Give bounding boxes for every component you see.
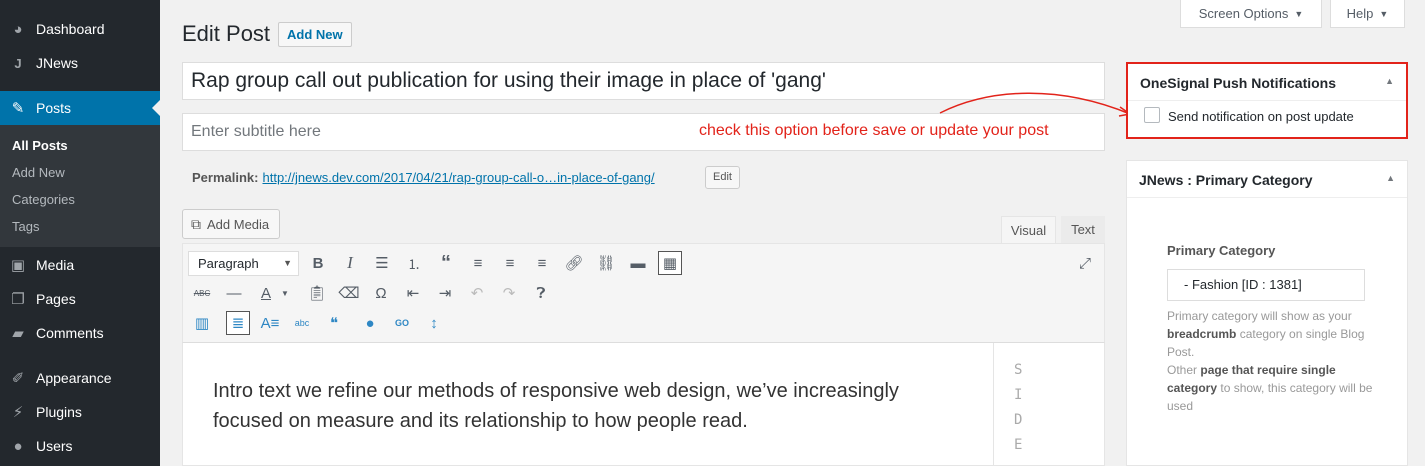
align-right-icon[interactable]: ≡ <box>531 252 553 274</box>
side-letter: S <box>1014 362 1023 378</box>
read-more-icon[interactable]: ▬ <box>627 252 649 274</box>
indent-icon[interactable]: ⇥ <box>434 282 456 304</box>
format-select[interactable]: Paragraph ▼ <box>188 251 299 276</box>
send-notification-label[interactable]: Send notification on post update <box>1168 109 1354 124</box>
sidebar-item-media[interactable]: ▣ Media <box>0 248 160 282</box>
sidebar-item-plugins[interactable]: ⚡ Plugins <box>0 395 160 429</box>
jnews-icon: J <box>14 55 22 71</box>
onesignal-metabox: OneSignal Push Notifications ▲ Send noti… <box>1126 62 1408 139</box>
sidebar-item-dashboard[interactable]: ◕ Dashboard <box>0 12 160 46</box>
numbered-list-icon[interactable]: ⒈ <box>403 252 425 274</box>
tab-visual[interactable]: Visual <box>1001 216 1056 243</box>
tab-text[interactable]: Text <box>1061 216 1105 243</box>
annotation-arrow <box>939 92 1131 117</box>
active-arrow <box>152 100 160 116</box>
side-letter: I <box>1014 387 1023 403</box>
pin-icon: ✎ <box>11 100 25 117</box>
permalink-link[interactable]: http://jnews.dev.com/2017/04/21/rap-grou… <box>262 170 654 185</box>
redo-icon[interactable]: ↷ <box>498 282 520 304</box>
collapse-toggle-icon[interactable]: ▲ <box>1385 76 1394 86</box>
undo-icon[interactable]: ↶ <box>466 282 488 304</box>
caret-down-icon: ▼ <box>1379 8 1389 19</box>
plugins-icon: ⚡ <box>12 404 24 421</box>
primary-category-label: Primary Category <box>1167 243 1276 258</box>
appearance-icon: ✐ <box>11 370 25 387</box>
sidebar-item-appearance[interactable]: ✐ Appearance <box>0 361 160 395</box>
onesignal-title: OneSignal Push Notifications <box>1140 75 1337 91</box>
submenu-add-new[interactable]: Add New <box>12 165 65 180</box>
admin-sidebar: ◕ Dashboard J JNews ✎ Posts All Posts Add N… <box>0 0 160 466</box>
caret-down-icon: ▼ <box>283 258 292 268</box>
dropcap-icon[interactable]: ≣ <box>226 311 250 335</box>
divider <box>1128 100 1406 101</box>
fullscreen-icon[interactable]: ⤢ <box>1074 252 1096 274</box>
caret-down-icon[interactable]: ▼ <box>279 282 291 304</box>
link-icon[interactable]: 🔗︎ <box>563 252 585 274</box>
align-center-icon[interactable]: ≡ <box>499 252 521 274</box>
alert-icon[interactable]: ● <box>359 312 381 334</box>
add-media-button[interactable]: ⧉ Add Media <box>182 209 281 239</box>
submenu-categories[interactable]: Categories <box>12 192 75 207</box>
pullquote-icon[interactable]: ❝ <box>323 312 345 334</box>
collapse-toggle-icon[interactable]: ▲ <box>1386 173 1395 183</box>
spacing-icon[interactable]: ↕ <box>423 312 445 334</box>
button-icon[interactable]: GO <box>391 312 413 334</box>
sidebar-item-users[interactable]: ● Users <box>0 429 160 463</box>
clear-formatting-icon[interactable]: ⌫ <box>338 282 360 304</box>
sidebar-item-posts[interactable]: ✎ Posts <box>0 91 160 125</box>
comments-icon: ▰ <box>12 325 24 342</box>
unlink-icon[interactable]: ⛓︎ <box>595 252 617 274</box>
posts-submenu: All Posts Add New Categories Tags <box>0 125 160 247</box>
sidebar-item-jnews[interactable]: J JNews <box>0 46 160 80</box>
align-left-icon[interactable]: ≡ <box>467 252 489 274</box>
sidebar-item-pages[interactable]: ❐ Pages <box>0 282 160 316</box>
permalink-row: Permalink: http://jnews.dev.com/2017/04/2… <box>192 170 655 185</box>
page-title: Edit Post <box>182 21 271 46</box>
media-icon: ⧉ <box>191 215 201 232</box>
screen-options-button[interactable]: Screen Options ▼ <box>1180 0 1322 28</box>
special-character-icon[interactable]: Ω <box>370 282 392 304</box>
users-icon: ● <box>13 437 23 455</box>
outdent-icon[interactable]: ⇤ <box>402 282 424 304</box>
help-circle-icon[interactable]: ❓︎ <box>530 282 552 304</box>
toolbar-toggle-icon[interactable]: ▦ <box>658 251 682 275</box>
bullet-list-icon[interactable]: ☰ <box>371 252 393 274</box>
permalink-label: Permalink: <box>192 170 259 185</box>
dashboard-icon: ◕ <box>13 20 23 38</box>
caret-down-icon: ▼ <box>1294 8 1304 19</box>
bold-icon[interactable]: B <box>307 252 329 274</box>
text-color-icon[interactable]: A <box>255 282 277 304</box>
help-button[interactable]: Help ▼ <box>1330 0 1405 28</box>
italic-icon[interactable]: I <box>339 252 361 274</box>
side-letter: E <box>1014 437 1023 453</box>
primary-category-title: JNews : Primary Category <box>1139 172 1313 188</box>
edit-permalink-button[interactable]: Edit <box>705 166 740 189</box>
paste-text-icon[interactable]: 📋︎ <box>306 282 328 304</box>
send-notification-checkbox[interactable] <box>1144 107 1160 123</box>
submenu-tags[interactable]: Tags <box>12 219 39 234</box>
submenu-all-posts[interactable]: All Posts <box>12 138 68 153</box>
sidebar-item-comments[interactable]: ▰ Comments <box>0 316 160 350</box>
media-icon: ▣ <box>10 257 26 274</box>
highlight-icon[interactable]: abc <box>291 312 313 334</box>
primary-category-select[interactable]: - Fashion [ID : 1381] <box>1167 269 1365 301</box>
columns-icon[interactable]: ▥ <box>191 312 213 334</box>
horizontal-line-icon[interactable]: — <box>223 282 245 304</box>
strikethrough-icon[interactable]: ABC <box>191 282 213 304</box>
side-letter: D <box>1014 412 1023 428</box>
primary-category-description: Primary category will show as your bread… <box>1167 309 1373 413</box>
blockquote-icon[interactable]: “ <box>435 252 457 274</box>
editor-content-text: Intro text we refine our methods of resp… <box>213 380 899 432</box>
text-style-icon[interactable]: A≡ <box>259 312 281 334</box>
pages-icon: ❐ <box>11 291 25 308</box>
add-new-button[interactable]: Add New <box>278 22 352 47</box>
primary-category-metabox: JNews : Primary Category ▲ Primary Categ… <box>1126 160 1408 466</box>
divider <box>1127 197 1407 198</box>
sidebar-preview-divider <box>993 343 994 466</box>
